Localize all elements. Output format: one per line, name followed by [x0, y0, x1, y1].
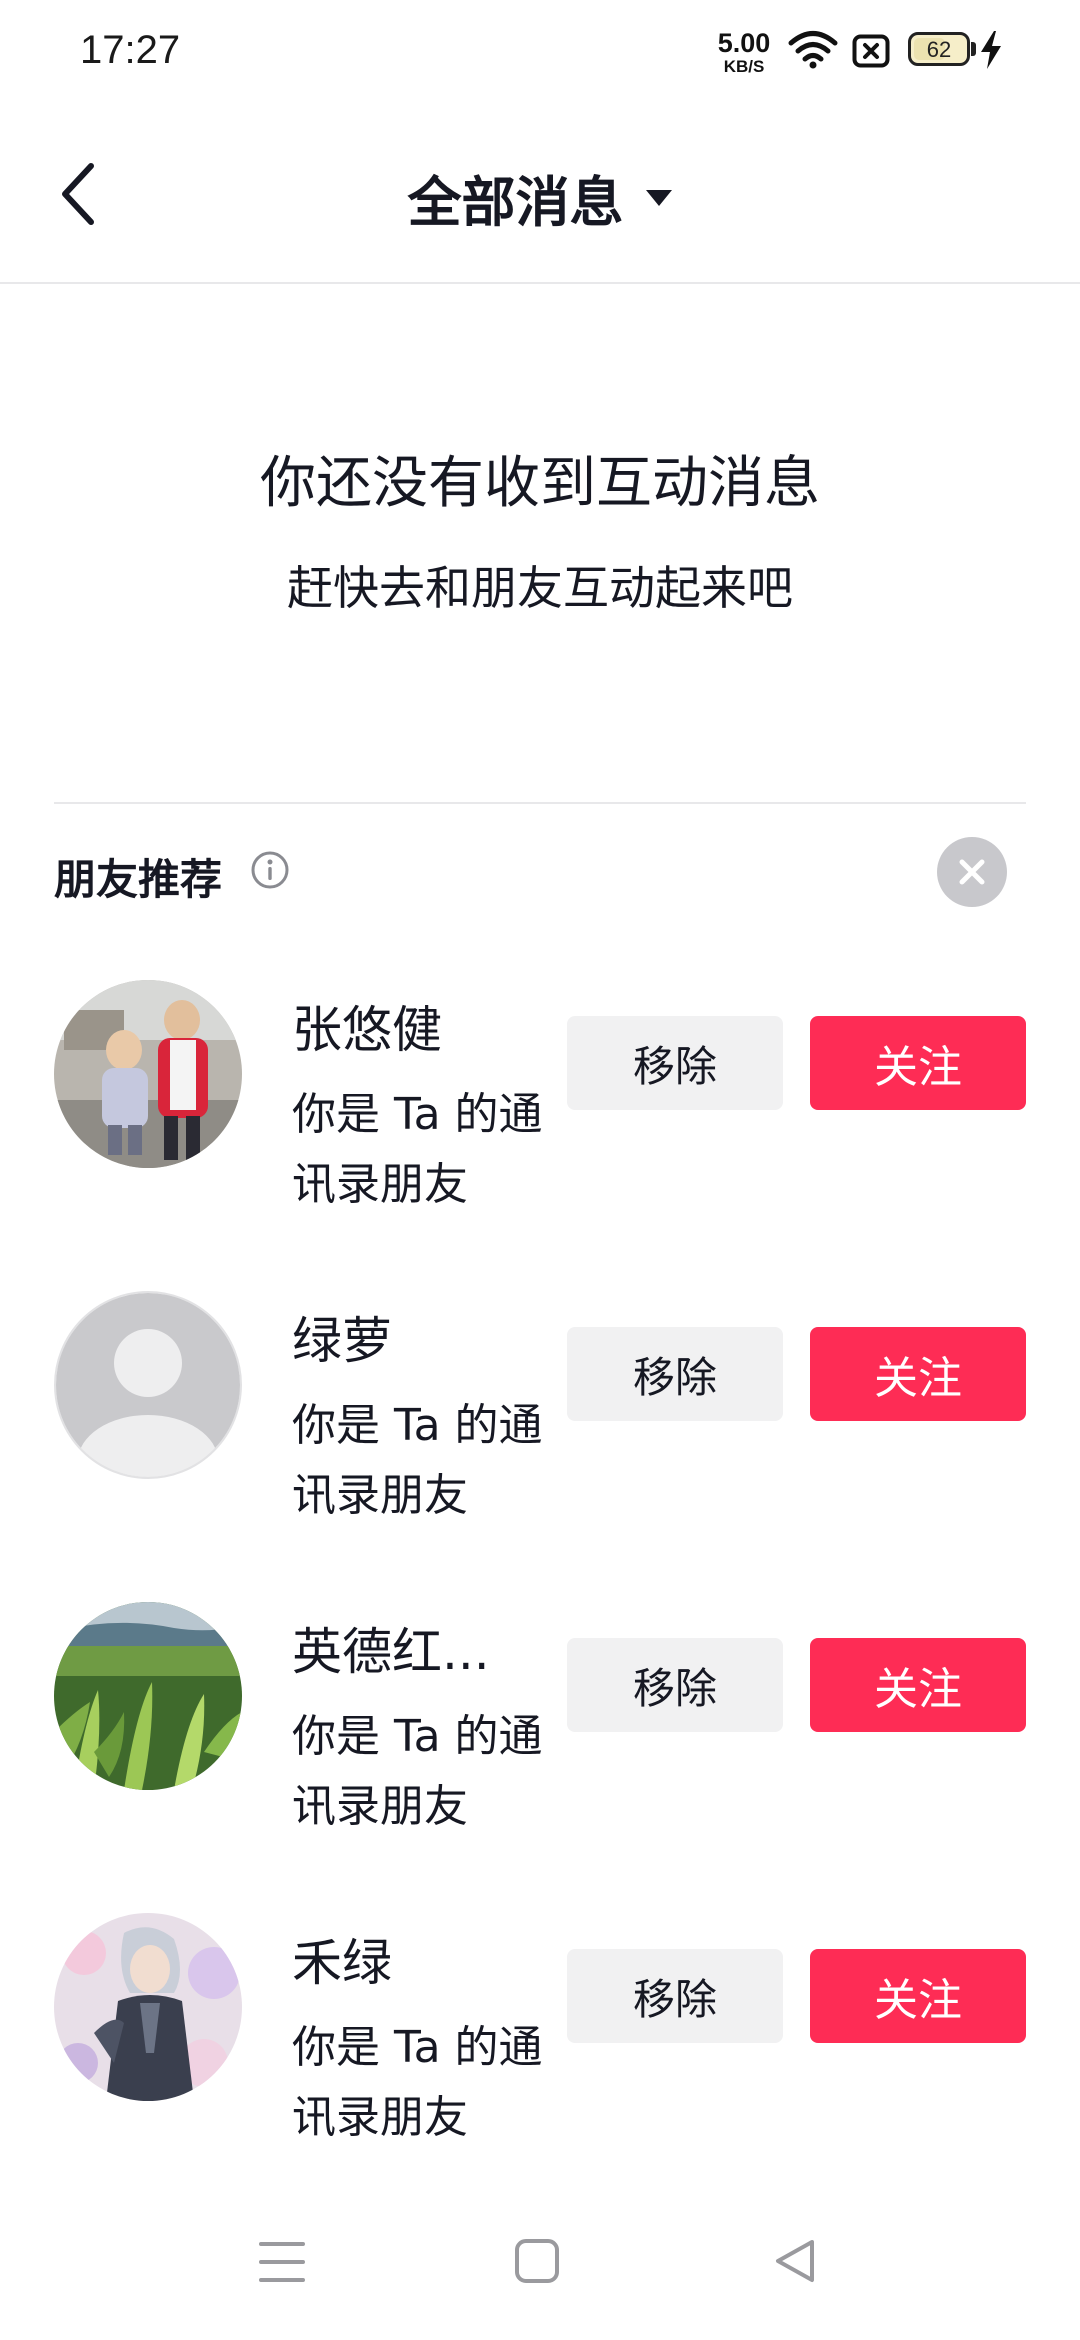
close-recommendations-button[interactable] [937, 837, 1007, 907]
friend-row: 绿萝 你是 Ta 的通讯录朋友 移除 关注 [0, 1291, 1080, 1521]
network-speed-value: 5.00 [717, 28, 771, 58]
follow-button[interactable]: 关注 [810, 1638, 1026, 1732]
system-nav-bar [0, 2200, 1080, 2340]
menu-icon[interactable] [258, 2240, 306, 2284]
friend-name[interactable]: 禾绿 [292, 1923, 542, 1995]
friend-name[interactable]: 张悠健 [292, 990, 542, 1062]
network-speed-unit: KB/S [723, 57, 765, 76]
avatar[interactable] [54, 1602, 242, 1790]
network-speed: 5.00 KB/S [714, 28, 774, 76]
close-icon [959, 859, 985, 885]
photo-tea-field-avatar [54, 1602, 242, 1790]
default-avatar-icon [56, 1293, 240, 1477]
caret-down-icon [645, 189, 672, 206]
message-filter-dropdown[interactable]: 全部消息 [0, 158, 1080, 237]
remove-button[interactable]: 移除 [567, 1016, 783, 1110]
remove-button[interactable]: 移除 [567, 1949, 783, 2043]
follow-button[interactable]: 关注 [810, 1016, 1026, 1110]
header: 全部消息 [0, 100, 1080, 284]
friend-relation: 你是 Ta 的通讯录朋友 [292, 1711, 543, 1832]
remove-button[interactable]: 移除 [567, 1638, 783, 1732]
friend-relation: 你是 Ta 的通讯录朋友 [292, 2022, 543, 2143]
back-triangle-icon[interactable] [772, 2238, 818, 2284]
illustration-character-avatar [54, 1913, 242, 2101]
friend-name[interactable]: 英德红... [292, 1612, 542, 1684]
friend-row: 英德红... 你是 Ta 的通讯录朋友 移除 关注 [0, 1602, 1080, 1832]
follow-button[interactable]: 关注 [810, 1327, 1026, 1421]
charging-bolt-icon [981, 31, 1001, 69]
avatar[interactable] [54, 1913, 242, 2101]
remove-button[interactable]: 移除 [567, 1327, 783, 1421]
page-title: 全部消息 [407, 171, 624, 234]
friend-relation: 你是 Ta 的通讯录朋友 [292, 1400, 543, 1521]
follow-button[interactable]: 关注 [810, 1949, 1026, 2043]
recommendations-title: 朋友推荐 [54, 855, 223, 904]
friend-name[interactable]: 绿萝 [292, 1301, 542, 1373]
status-bar: 17:27 5.00 KB/S 62 [0, 0, 1080, 100]
avatar[interactable] [54, 1291, 242, 1479]
home-square-icon[interactable] [514, 2238, 560, 2284]
battery-cap [971, 42, 976, 56]
sim-no-signal-icon [852, 34, 890, 68]
friend-row: 禾绿 你是 Ta 的通讯录朋友 移除 关注 [0, 1913, 1080, 2143]
section-divider [54, 802, 1026, 804]
status-time: 17:27 [80, 28, 181, 72]
wifi-icon [788, 31, 838, 69]
friend-relation: 你是 Ta 的通讯录朋友 [292, 1089, 543, 1210]
friend-row: 张悠健 你是 Ta 的通讯录朋友 移除 关注 [0, 980, 1080, 1210]
info-icon[interactable] [250, 850, 290, 890]
photo-children-avatar [54, 980, 242, 1168]
empty-state-subtitle: 赶快去和朋友互动起来吧 [287, 561, 793, 615]
battery-icon: 62 [908, 32, 970, 66]
avatar[interactable] [54, 980, 242, 1168]
empty-state-title: 你还没有收到互动消息 [260, 451, 820, 516]
battery-level-text: 62 [926, 37, 952, 62]
